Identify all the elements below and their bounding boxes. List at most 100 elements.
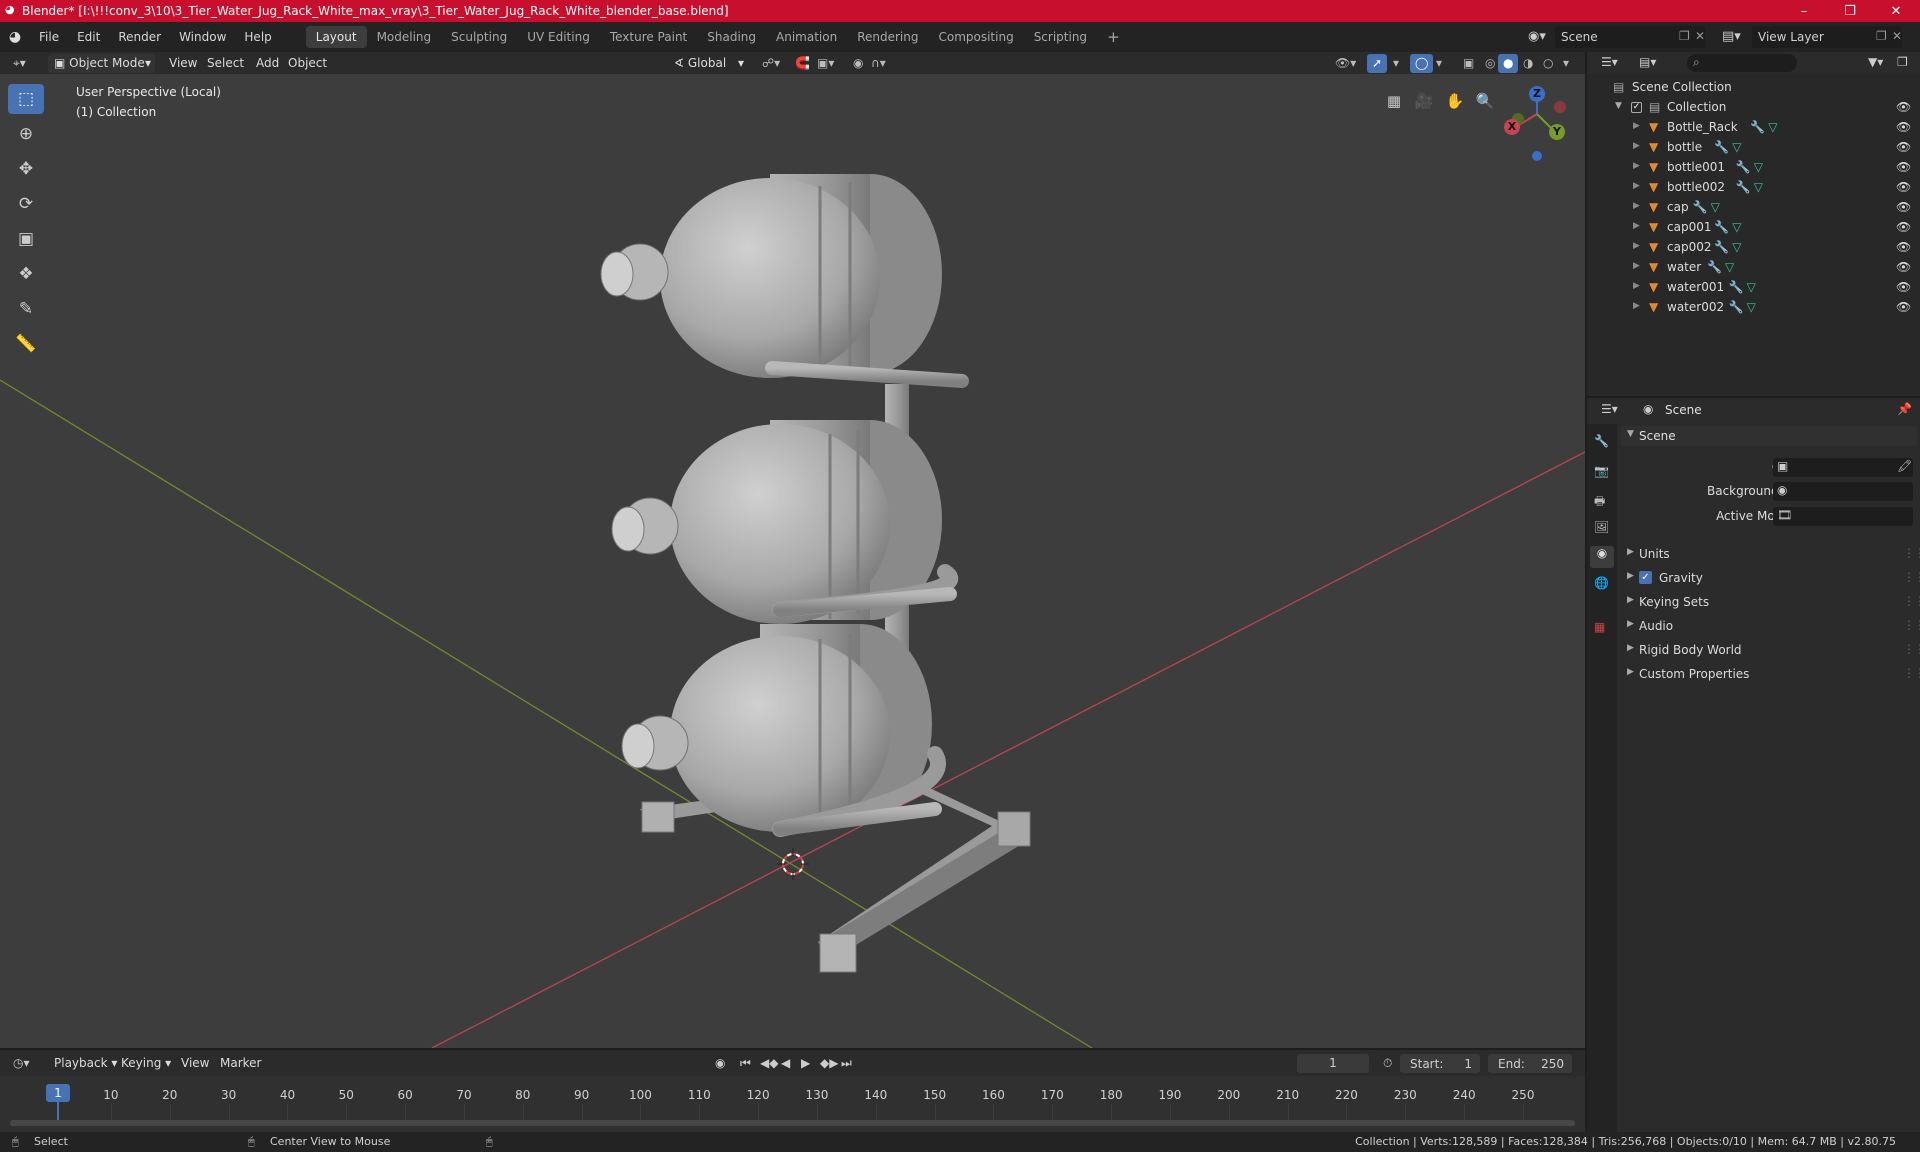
material-shading-icon[interactable]: ◑ bbox=[1518, 54, 1538, 73]
pin-icon[interactable]: 📌 bbox=[1897, 402, 1912, 416]
outliner-scene-collection[interactable]: ▤ Scene Collection bbox=[1587, 77, 1920, 97]
drag-handle-icon[interactable]: ⋮⋮ bbox=[1903, 594, 1920, 608]
outliner-object-row[interactable]: ▶ ▼ water002 🔧 ▽ 👁 bbox=[1587, 297, 1920, 317]
3d-viewport[interactable]: X Y Z ⬚ ⊕ ✥ ⟳ ▣ ❖ ✎ 📏 User Perspective (… bbox=[0, 74, 1585, 1048]
tab-shading[interactable]: Shading bbox=[697, 26, 766, 48]
menu-select[interactable]: Select bbox=[202, 54, 249, 73]
output-tab-icon[interactable]: 🖶 bbox=[1594, 492, 1605, 513]
play-icon[interactable]: ▶ bbox=[796, 1054, 815, 1073]
expand-arrow-icon[interactable]: ▶ bbox=[1633, 161, 1640, 171]
mesh-data-icon[interactable]: ▽ bbox=[1754, 180, 1763, 194]
drag-handle-icon[interactable]: ⋮⋮ bbox=[1903, 618, 1920, 632]
mesh-data-icon[interactable]: ▽ bbox=[1747, 300, 1756, 314]
outliner-object-row[interactable]: ▶ ▼ bottle002 🔧 ▽ 👁 bbox=[1587, 177, 1920, 197]
close-button[interactable]: ✕ bbox=[1873, 0, 1919, 22]
expand-arrow-icon[interactable]: ▶ bbox=[1633, 121, 1640, 131]
toggle-grid-icon[interactable]: ▦ bbox=[1381, 88, 1407, 114]
start-frame-field[interactable]: Start: 1 bbox=[1400, 1054, 1480, 1073]
modifier-wrench-icon[interactable]: 🔧 bbox=[1750, 120, 1765, 134]
menu-view[interactable]: View bbox=[176, 1054, 214, 1073]
expand-arrow-icon[interactable]: ▶ bbox=[1633, 281, 1640, 291]
mesh-data-icon[interactable]: ▽ bbox=[1711, 200, 1720, 214]
current-frame-field[interactable]: 1 bbox=[1297, 1054, 1369, 1073]
minimize-button[interactable]: – bbox=[1781, 0, 1827, 22]
editor-type-icon[interactable]: ◷▾ bbox=[8, 1054, 35, 1073]
record-icon[interactable]: ◉ bbox=[710, 1054, 730, 1073]
zoom-view-icon[interactable]: 🔍 bbox=[1472, 88, 1498, 114]
menu-render[interactable]: Render bbox=[109, 22, 170, 52]
render-tab-icon[interactable]: 📷 bbox=[1594, 464, 1609, 478]
rendered-shading-icon[interactable]: ○ bbox=[1538, 54, 1558, 73]
pan-view-hand-icon[interactable]: ✋ bbox=[1442, 88, 1468, 114]
gizmo-z-axis[interactable]: Z bbox=[1529, 86, 1545, 102]
move-tool-icon[interactable]: ✥ bbox=[8, 154, 44, 184]
playhead-frame[interactable]: 1 bbox=[46, 1084, 70, 1102]
tab-uv-editing[interactable]: UV Editing bbox=[517, 26, 600, 48]
end-frame-field[interactable]: End: 250 bbox=[1488, 1054, 1572, 1073]
menu-window[interactable]: Window bbox=[170, 22, 235, 52]
eye-icon[interactable]: 👁 bbox=[1896, 140, 1911, 154]
mesh-data-icon[interactable]: ▽ bbox=[1747, 280, 1756, 294]
transform-orientation[interactable]: ∢ Global ▾ bbox=[668, 54, 746, 73]
solid-shading-icon[interactable]: ● bbox=[1498, 54, 1519, 73]
drag-handle-icon[interactable]: ⋮⋮ bbox=[1903, 642, 1920, 656]
mesh-data-icon[interactable]: ▽ bbox=[1732, 240, 1741, 254]
outliner-object-row[interactable]: ▶ ▼ bottle001 🔧 ▽ 👁 bbox=[1587, 157, 1920, 177]
tab-texture-paint[interactable]: Texture Paint bbox=[600, 26, 697, 48]
add-workspace-button[interactable]: + bbox=[1097, 26, 1130, 48]
expand-arrow-icon[interactable]: ▶ bbox=[1633, 141, 1640, 151]
close-icon[interactable]: ✕ bbox=[1695, 29, 1705, 43]
expand-arrow-icon[interactable]: ▼ bbox=[1615, 101, 1622, 111]
section-audio[interactable]: ▶ Audio ⋮⋮ bbox=[1621, 616, 1920, 636]
modifier-wrench-icon[interactable]: 🔧 bbox=[1714, 240, 1729, 254]
new-collection-icon[interactable]: ❐ bbox=[1897, 55, 1908, 69]
scale-tool-icon[interactable]: ▣ bbox=[8, 224, 44, 254]
mesh-data-icon[interactable]: ▽ bbox=[1725, 260, 1734, 274]
transform-tool-icon[interactable]: ❖ bbox=[8, 259, 44, 289]
camera-field[interactable]: ▣ 🖍 bbox=[1773, 458, 1913, 477]
drag-handle-icon[interactable]: ⋮⋮ bbox=[1903, 666, 1920, 680]
drag-handle-icon[interactable]: ⋮⋮ bbox=[1903, 546, 1920, 560]
eye-icon[interactable]: 👁 bbox=[1896, 180, 1911, 194]
xray-icon[interactable]: ▣ bbox=[1458, 54, 1479, 73]
timeline-area[interactable]: 10 20 30 40 50 60 70 80 90 100 110 120 130 140 150 160 1… bbox=[0, 1076, 1585, 1132]
outliner-object-row[interactable]: ▶ ▼ cap002 🔧 ▽ 👁 bbox=[1587, 237, 1920, 257]
view-layer-icon[interactable]: ▤▾ bbox=[1722, 26, 1744, 48]
mesh-data-icon[interactable]: ▽ bbox=[1732, 220, 1741, 234]
eye-icon[interactable]: 👁 bbox=[1896, 160, 1911, 174]
cursor-tool-icon[interactable]: ⊕ bbox=[8, 119, 44, 149]
outliner-object-row[interactable]: ▶ ▼ Bottle_Rack 🔧 ▽ 👁 bbox=[1587, 117, 1920, 137]
scene-selector-icon[interactable]: ◉▾ bbox=[1528, 26, 1550, 48]
eye-icon[interactable]: 👁 bbox=[1896, 100, 1911, 114]
filter-icon[interactable]: ▼▾ bbox=[1868, 55, 1883, 69]
maximize-button[interactable]: ❐ bbox=[1827, 0, 1873, 22]
modifier-wrench-icon[interactable]: 🔧 bbox=[1714, 220, 1729, 234]
eye-icon[interactable]: 👁 bbox=[1896, 120, 1911, 134]
shading-dropdown-icon[interactable]: ▾ bbox=[1558, 54, 1574, 73]
snap-target-icon[interactable]: ▣▾ bbox=[812, 54, 839, 73]
gizmo-toggle-icon[interactable]: ➚ bbox=[1367, 54, 1388, 73]
close-icon[interactable]: ✕ bbox=[1892, 29, 1902, 43]
copy-icon[interactable]: ❐ bbox=[1679, 29, 1690, 43]
section-custom-properties[interactable]: ▶ Custom Properties ⋮⋮ bbox=[1621, 664, 1920, 684]
preview-range-icon[interactable]: ⏱ bbox=[1378, 1054, 1397, 1073]
menu-marker[interactable]: Marker bbox=[215, 1054, 266, 1073]
texture-tab-icon[interactable]: ▦ bbox=[1594, 620, 1605, 634]
menu-playback[interactable]: Playback ▾ bbox=[49, 1054, 122, 1073]
menu-keying[interactable]: Keying ▾ bbox=[116, 1054, 176, 1073]
overlays-toggle-icon[interactable]: ◯ bbox=[1410, 54, 1434, 73]
jump-end-icon[interactable]: ⏭ bbox=[836, 1054, 857, 1073]
tab-animation[interactable]: Animation bbox=[766, 26, 847, 48]
mesh-data-icon[interactable]: ▽ bbox=[1768, 120, 1777, 134]
eye-icon[interactable]: 👁 bbox=[1896, 240, 1911, 254]
section-keying-sets[interactable]: ▶ Keying Sets ⋮⋮ bbox=[1621, 592, 1920, 612]
gravity-checkbox[interactable]: ✓ bbox=[1639, 571, 1652, 584]
background-scene-field[interactable]: ◉ bbox=[1773, 482, 1913, 501]
eye-icon[interactable]: 👁 bbox=[1896, 280, 1911, 294]
jump-start-icon[interactable]: ⏮ bbox=[735, 1054, 756, 1073]
eye-icon[interactable]: 👁 bbox=[1896, 200, 1911, 214]
drag-handle-icon[interactable]: ⋮⋮ bbox=[1903, 570, 1920, 584]
mode-selector[interactable]: ▣ Object Mode ▾ bbox=[48, 54, 155, 73]
measure-tool-icon[interactable]: 📏 bbox=[8, 329, 44, 359]
editor-type-icon[interactable]: ☰▾ bbox=[1601, 55, 1618, 69]
